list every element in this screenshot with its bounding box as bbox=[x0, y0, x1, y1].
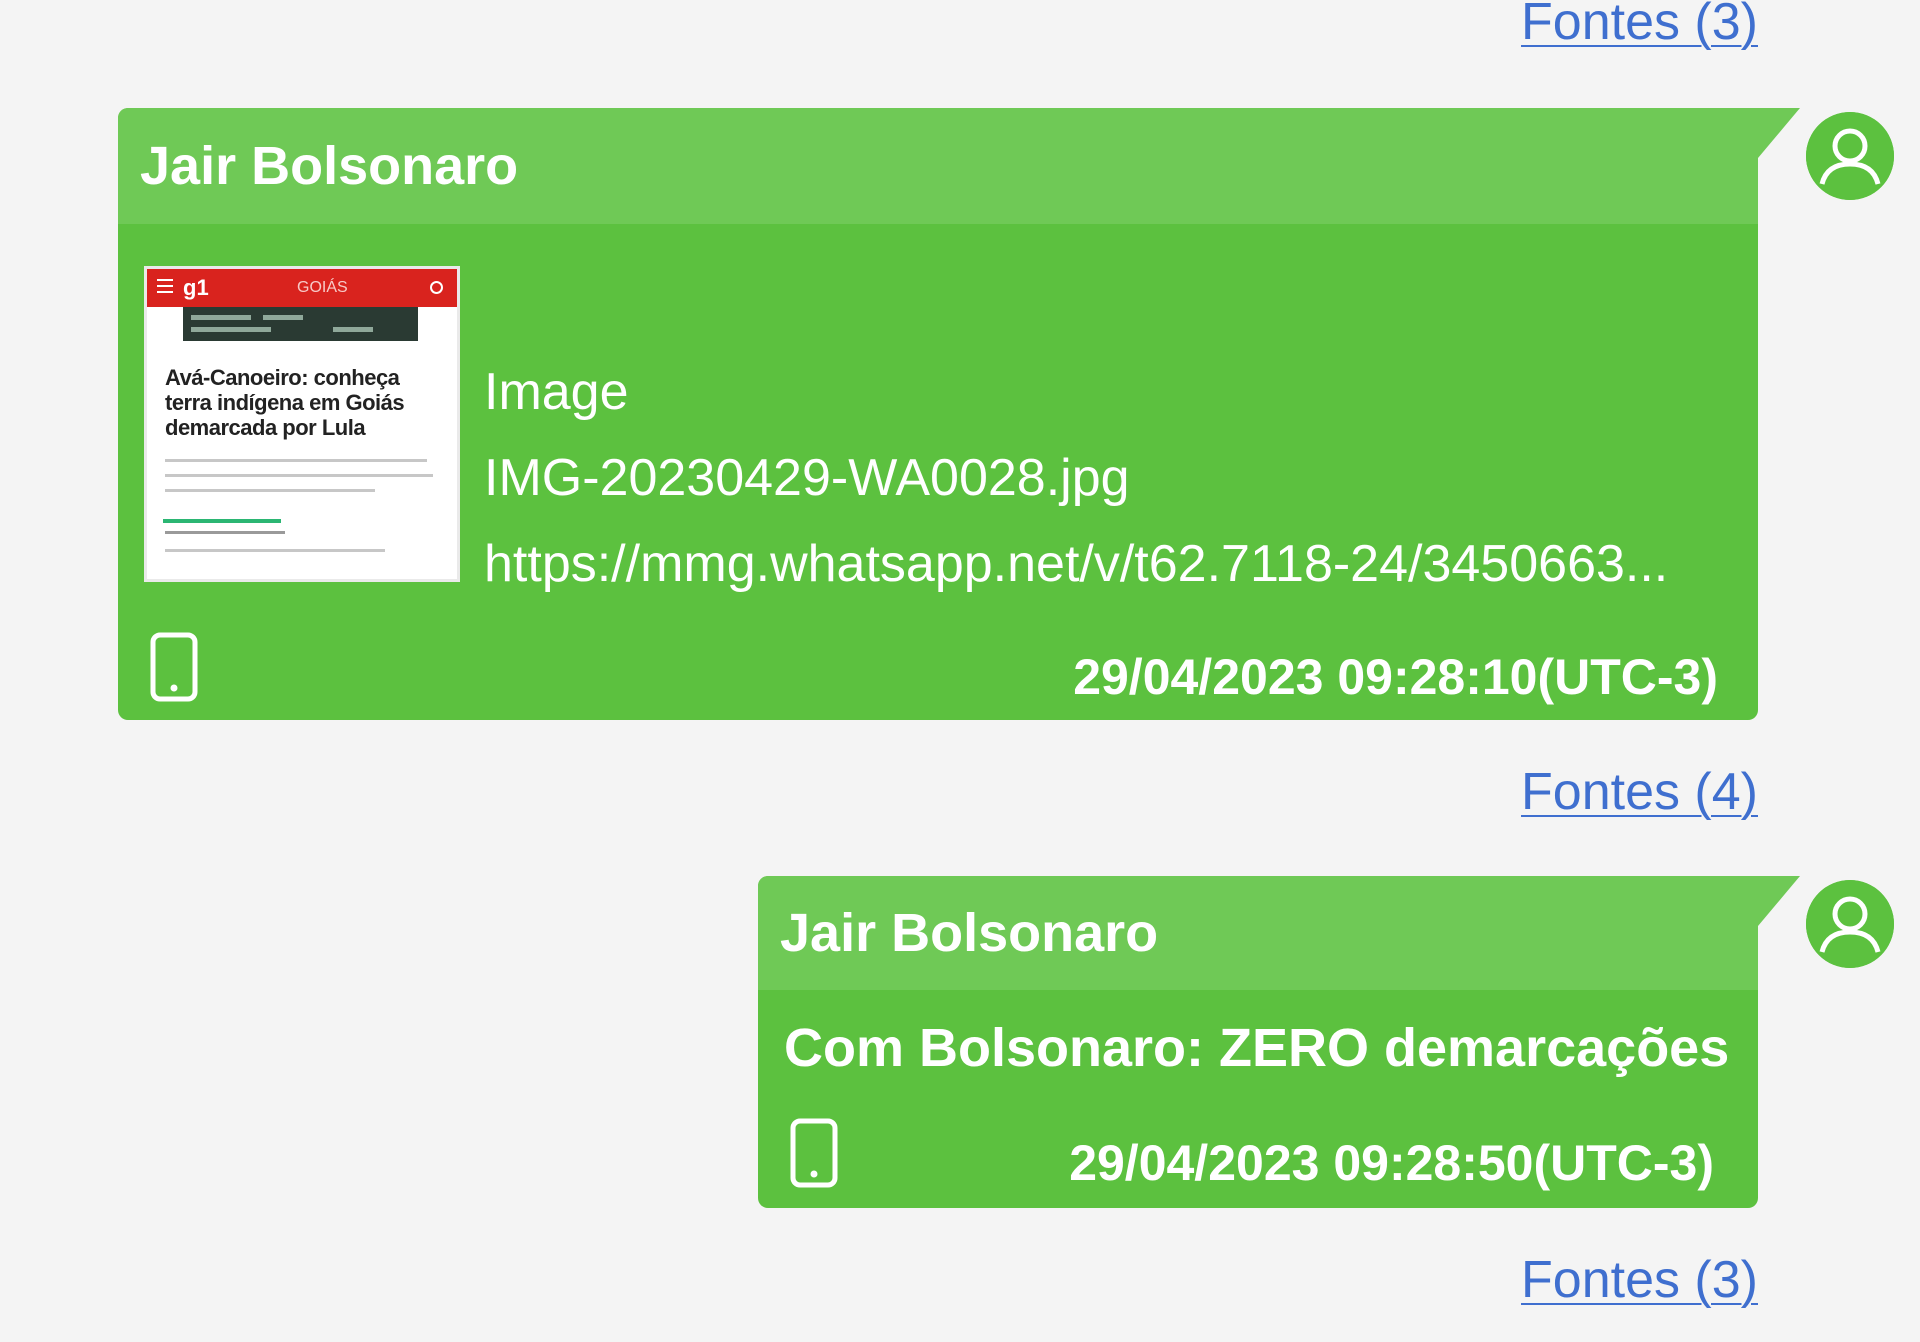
sender-name: Jair Bolsonaro bbox=[140, 136, 519, 196]
message-bubble: Jair Bolsonaro Com Bolsonaro: ZERO demar… bbox=[758, 876, 1800, 1208]
attachment-url[interactable]: https://mmg.whatsapp.net/v/t62.7118-24/3… bbox=[484, 538, 1668, 590]
bubble-tail bbox=[1758, 876, 1800, 926]
phone-icon bbox=[790, 1118, 838, 1188]
message-bubble: Jair Bolsonaro g1 GOIÁS Avá-Canoeiro: co… bbox=[118, 108, 1800, 720]
attachment-type: Image bbox=[484, 363, 629, 421]
message-timestamp: 29/04/2023 09:28:50(UTC-3) bbox=[1069, 1135, 1714, 1191]
message-text: Com Bolsonaro: ZERO demarcações bbox=[784, 1018, 1730, 1078]
sender-name: Jair Bolsonaro bbox=[780, 903, 1159, 963]
attachment-thumbnail[interactable]: g1 GOIÁS Avá-Canoeiro: conheça terra ind… bbox=[144, 266, 460, 582]
user-avatar-icon bbox=[1806, 880, 1894, 968]
message-timestamp: 29/04/2023 09:28:10(UTC-3) bbox=[1073, 649, 1718, 705]
thumbnail-headline: Avá-Canoeiro: conheça terra indígena em … bbox=[165, 365, 405, 440]
thumbnail-site-bar: g1 GOIÁS bbox=[147, 269, 457, 307]
bubble-tail bbox=[1758, 108, 1800, 158]
thumbnail-banner bbox=[183, 307, 418, 341]
sources-link[interactable]: Fontes (3) bbox=[1521, 0, 1758, 48]
attachment-filename: IMG-20230429-WA0028.jpg bbox=[484, 449, 1130, 507]
message-sender: Jair Bolsonaro bbox=[118, 108, 1758, 224]
site-logo: g1 bbox=[183, 275, 209, 300]
site-section: GOIÁS bbox=[297, 279, 348, 296]
user-avatar-icon bbox=[1806, 112, 1894, 200]
message-sender: Jair Bolsonaro bbox=[758, 876, 1758, 990]
thumbnail-accent-line bbox=[163, 519, 281, 523]
sources-link[interactable]: Fontes (3) bbox=[1521, 1254, 1758, 1306]
phone-icon bbox=[150, 632, 198, 702]
sources-link[interactable]: Fontes (4) bbox=[1521, 766, 1758, 818]
search-icon bbox=[430, 281, 443, 294]
menu-icon bbox=[157, 279, 173, 293]
